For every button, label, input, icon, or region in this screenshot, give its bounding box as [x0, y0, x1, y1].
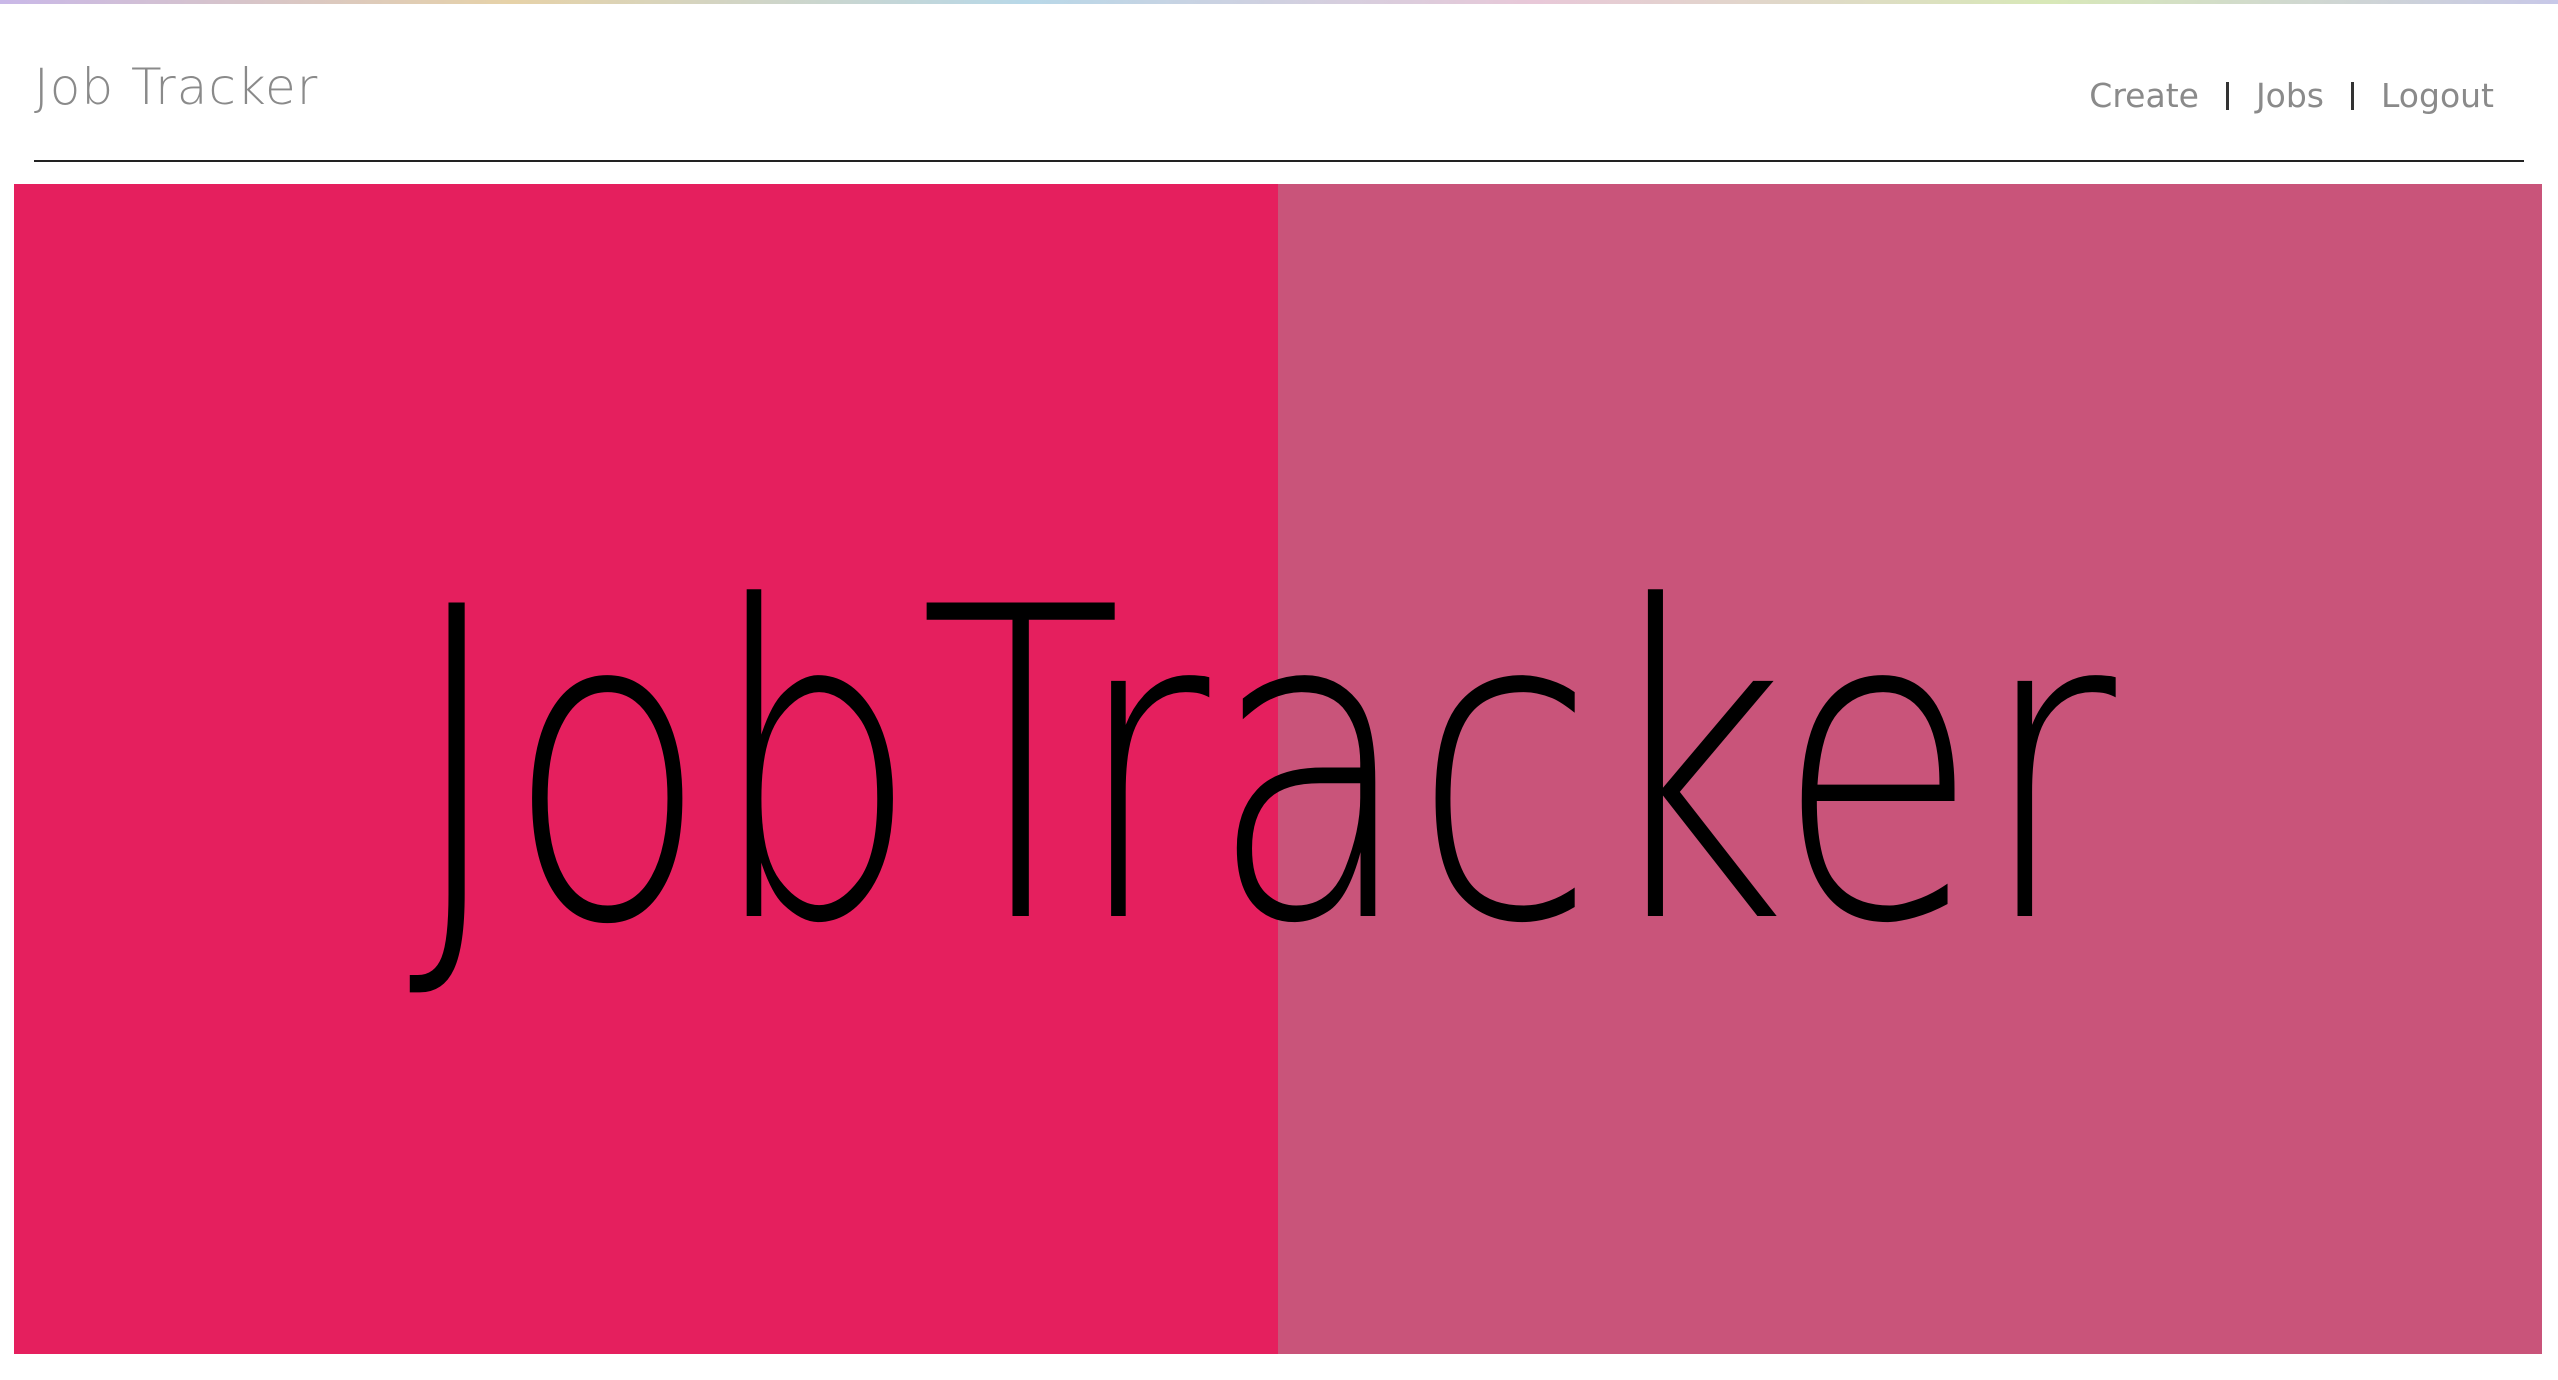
brand-title[interactable]: Job Tracker — [34, 58, 318, 116]
nav-separator — [2225, 81, 2229, 110]
main-nav: Create Jobs Logout — [2089, 76, 2494, 115]
nav-create-link[interactable]: Create — [2089, 76, 2199, 115]
header-divider — [34, 160, 2524, 162]
hero-logo-text: JobTracker — [408, 518, 2120, 1018]
nav-separator — [2351, 81, 2354, 110]
hero-banner: JobTracker — [14, 184, 2542, 1354]
nav-logout-link[interactable]: Logout — [2381, 76, 2494, 115]
hero-logo: JobTracker — [408, 518, 2120, 1018]
nav-jobs-link[interactable]: Jobs — [2256, 76, 2324, 115]
site-header: Job Tracker Create Jobs Logout — [34, 0, 2524, 162]
